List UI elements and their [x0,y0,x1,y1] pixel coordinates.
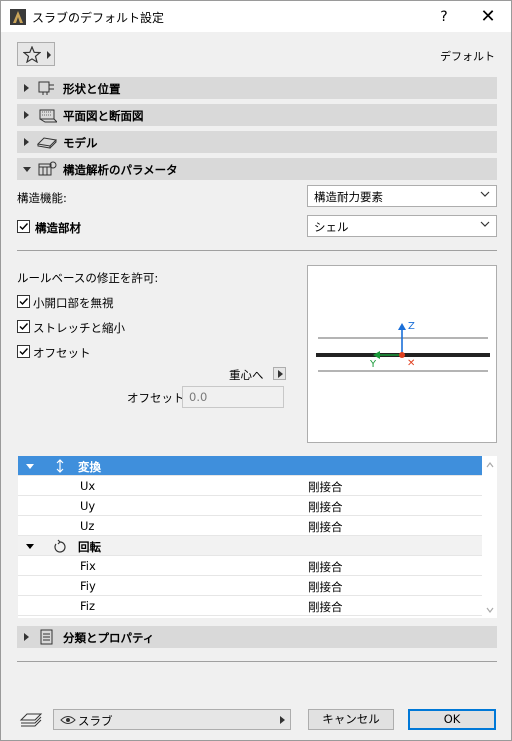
chevron-right-icon [280,716,285,724]
layers-icon [19,713,43,727]
structural-function-label: 構造機能: [17,191,67,205]
slab-axis-preview: Z Y ✕ [307,265,497,443]
dof-name: Uz [80,519,95,533]
chevron-right-icon [47,51,51,59]
translation-icon [56,459,64,473]
dialog-window: スラブのデフォルト設定 ? ✕ デフォルト 形状と位置 平面図と断面図 モデル … [0,0,512,741]
help-button[interactable]: ? [429,6,459,28]
default-label: デフォルト [440,50,495,63]
table-row[interactable]: Fix 剛接合 [18,556,482,576]
section-floorplan-section[interactable]: 平面図と断面図 [17,104,497,126]
ignore-small-openings-label: 小開口部を無視 [33,296,114,310]
table-row[interactable]: Uz 剛接合 [18,516,482,536]
section-shape-position[interactable]: 形状と位置 [17,77,497,99]
divider [17,250,497,251]
structural-function-dropdown[interactable]: 構造耐力要素 [307,185,497,207]
structural-member-dropdown[interactable]: シェル [307,215,497,237]
offset-field-label: オフセット: [127,391,189,405]
dof-name: Fix [80,559,96,573]
dof-value: 剛接合 [308,500,343,514]
dof-name: Ux [80,479,96,493]
dof-value: 剛接合 [308,480,343,494]
table-row[interactable]: Uy 剛接合 [18,496,482,516]
app-icon [10,9,26,25]
expand-arrow-icon [24,138,29,146]
dof-name: Fiz [80,599,96,613]
dof-value: 剛接合 [308,600,343,614]
section-label: 平面図と断面図 [63,109,144,123]
x-axis-label: ✕ [407,358,416,369]
section-label: 構造解析のパラメータ [63,163,178,177]
chevron-up-icon[interactable] [486,461,494,469]
classification-icon [40,629,53,645]
expand-arrow-icon [24,111,29,119]
structural-member-checkbox[interactable] [17,220,30,233]
floorplan-section-icon [39,109,57,123]
center-of-gravity-label: 重心へ [229,368,264,382]
star-icon [23,46,41,63]
section-label: 形状と位置 [63,82,121,96]
tree-group-label: 変換 [78,460,101,474]
collapse-arrow-icon [26,544,34,549]
structural-member-value: シェル [314,220,349,234]
collapse-arrow-icon [26,464,34,469]
chevron-down-icon [480,221,490,227]
dof-name: Fiy [80,579,96,593]
shape-position-icon [38,81,54,95]
tree-group-label: 回転 [78,540,101,554]
tree-group-translation[interactable]: 変換 [18,456,482,476]
ok-button[interactable]: OK [408,709,496,730]
window-title: スラブのデフォルト設定 [32,11,165,25]
dof-value: 剛接合 [308,560,343,574]
section-model[interactable]: モデル [17,131,497,153]
rules-label: ルールベースの修正を許可: [17,271,159,285]
release-tree: 変換 Ux 剛接合 Uy 剛接合 Uz 剛接合 回転 Fix 剛接合 Fiy 剛… [17,455,497,619]
checkmark-icon [19,223,29,231]
dof-value: 剛接合 [308,580,343,594]
title-bar[interactable]: スラブのデフォルト設定 ? ✕ [1,1,511,32]
structural-member-label: 構造部材 [35,221,81,235]
collapse-arrow-icon [23,167,31,172]
section-structural-analysis[interactable]: 構造解析のパラメータ [17,158,497,180]
tree-scrollbar[interactable] [482,456,497,618]
layer-dropdown[interactable]: スラブ [53,709,291,730]
structural-analysis-icon [38,161,57,176]
table-row[interactable]: Fiz 剛接合 [18,596,482,616]
rotation-icon [54,539,66,553]
layer-value: スラブ [78,714,113,728]
cancel-button[interactable]: キャンセル [308,709,394,730]
ignore-small-openings-checkbox[interactable] [17,295,30,308]
chevron-down-icon [480,191,490,197]
checkmark-icon [19,298,29,306]
center-of-gravity-button[interactable] [273,367,286,380]
close-button[interactable]: ✕ [473,6,503,28]
y-axis-label: Y [370,359,377,370]
structural-function-value: 構造耐力要素 [314,190,383,204]
stretch-shrink-checkbox[interactable] [17,320,30,333]
offset-input[interactable]: 0.0 [182,386,284,408]
section-label: 分類とプロパティ [63,631,155,645]
axis-preview-diagram [316,323,490,372]
model-icon [37,137,57,149]
dof-value: 剛接合 [308,520,343,534]
favorites-button[interactable] [17,42,55,66]
offset-checkbox-label: オフセット [33,346,91,360]
offset-checkbox[interactable] [17,345,30,358]
expand-arrow-icon [24,84,29,92]
z-axis-label: Z [408,321,415,332]
section-classification[interactable]: 分類とプロパティ [17,626,497,648]
table-row[interactable]: Fiy 剛接合 [18,576,482,596]
section-label: モデル [63,136,98,150]
divider [17,661,497,662]
eye-icon [60,716,76,724]
dof-name: Uy [80,499,96,513]
table-row[interactable]: Ux 剛接合 [18,476,482,496]
chevron-down-icon[interactable] [486,606,494,614]
expand-arrow-icon [24,633,29,641]
tree-group-rotation[interactable]: 回転 [18,536,482,556]
checkmark-icon [19,323,29,331]
stretch-shrink-label: ストレッチと縮小 [33,321,125,335]
checkmark-icon [19,348,29,356]
